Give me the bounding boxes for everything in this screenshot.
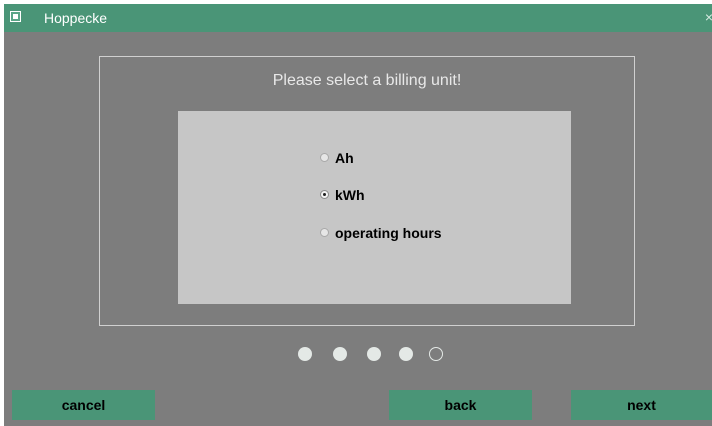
window-title: Hoppecke bbox=[44, 10, 108, 26]
step-indicator-5 bbox=[429, 347, 443, 361]
page-title: Please select a billing unit! bbox=[272, 72, 462, 89]
close-icon[interactable]: × bbox=[705, 9, 712, 25]
step-indicator-2 bbox=[333, 347, 347, 361]
radio-label-ah[interactable]: Ah bbox=[335, 149, 354, 167]
step-indicator-1 bbox=[298, 347, 312, 361]
step-indicator-4 bbox=[399, 347, 413, 361]
billing-unit-panel: Ah kWh operating hours bbox=[178, 111, 571, 304]
cancel-button[interactable]: cancel bbox=[12, 390, 155, 420]
radio-button-operating-hours[interactable] bbox=[320, 228, 329, 237]
app-icon bbox=[10, 11, 21, 22]
back-button[interactable]: back bbox=[389, 390, 532, 420]
app-window: Hoppecke × Please select a billing unit!… bbox=[4, 4, 712, 426]
title-bar: Hoppecke × bbox=[4, 4, 712, 32]
radio-button-ah[interactable] bbox=[320, 153, 329, 162]
radio-label-operating-hours[interactable]: operating hours bbox=[335, 224, 442, 242]
radio-button-kwh[interactable] bbox=[320, 190, 329, 199]
next-button[interactable]: next bbox=[571, 390, 712, 420]
radio-label-kwh[interactable]: kWh bbox=[335, 186, 365, 204]
step-indicator-3 bbox=[367, 347, 381, 361]
